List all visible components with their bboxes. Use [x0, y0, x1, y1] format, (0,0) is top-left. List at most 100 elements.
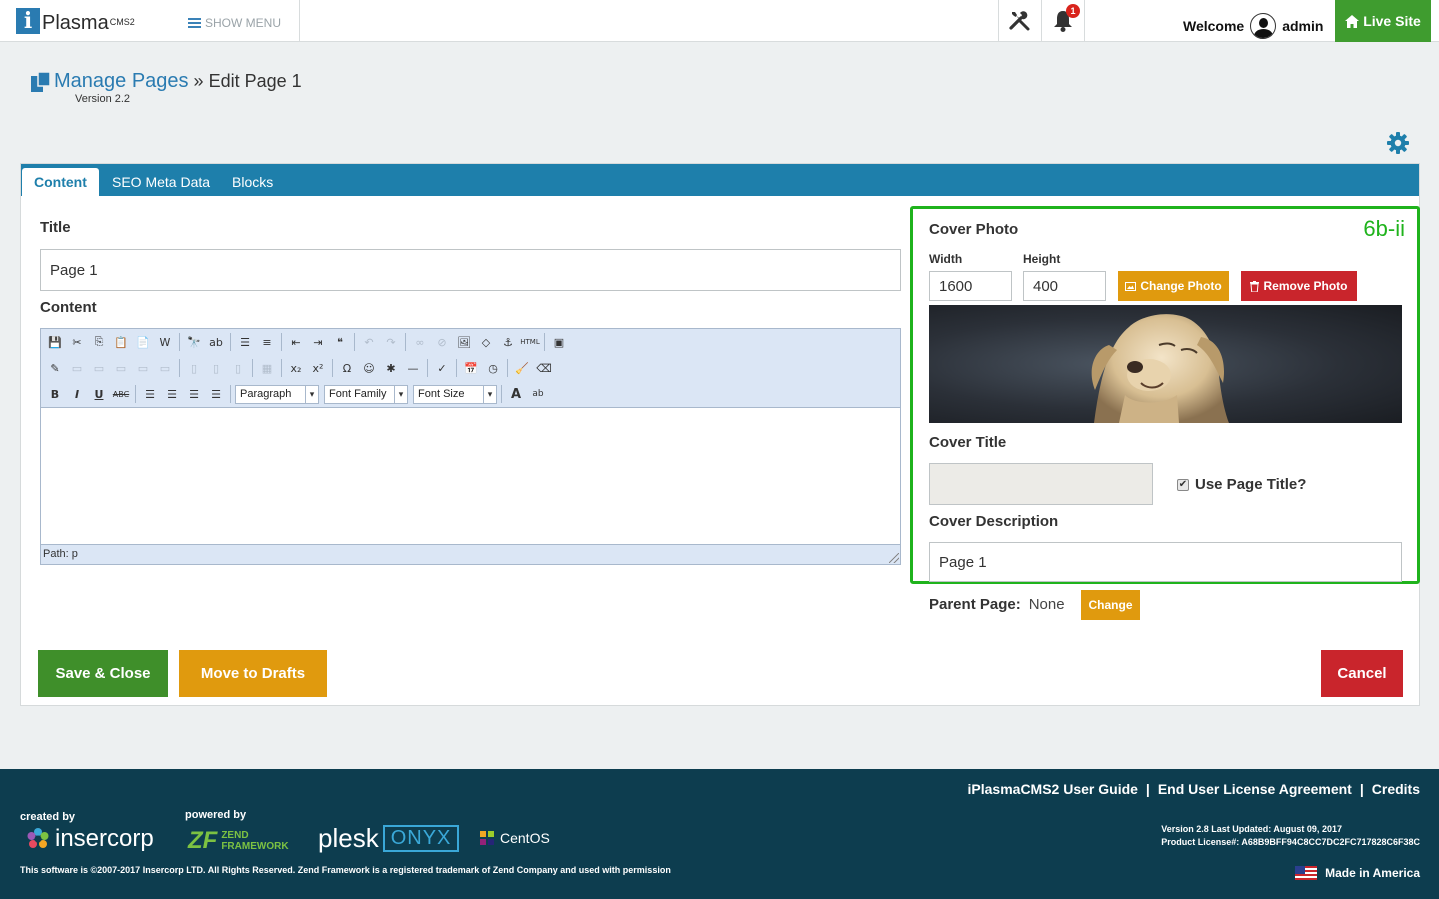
height-input[interactable]: 400 — [1023, 271, 1106, 301]
html-icon[interactable]: HTML — [520, 332, 540, 352]
table-icon[interactable]: ▦ — [257, 358, 277, 378]
table-merge-icon[interactable]: ▭ — [155, 358, 175, 378]
font-size-select[interactable]: Font Size — [413, 384, 497, 404]
asterisk-icon[interactable]: ✱ — [381, 358, 401, 378]
centos-logo[interactable]: CentOS — [478, 829, 550, 847]
move-to-drafts-button[interactable]: Move to Drafts — [179, 650, 327, 697]
link-icon[interactable]: ∞ — [410, 332, 430, 352]
emoticon-icon[interactable]: ☺ — [359, 358, 379, 378]
change-parent-button[interactable]: Change — [1081, 590, 1140, 620]
live-site-button[interactable]: Live Site — [1335, 0, 1431, 42]
use-page-title-option[interactable]: ✔ Use Page Title? — [1177, 476, 1306, 493]
gear-icon[interactable] — [1386, 131, 1410, 155]
special-char-icon[interactable]: Ω — [337, 358, 357, 378]
table-col-before-icon[interactable]: ▯ — [184, 358, 204, 378]
cover-description-input[interactable]: Page 1 — [929, 542, 1402, 582]
fullscreen-icon[interactable]: ▣ — [549, 332, 569, 352]
credits-link[interactable]: Credits — [1372, 781, 1420, 797]
notifications-button[interactable]: 1 — [1041, 0, 1084, 42]
version-label: Version 2.2 — [75, 93, 131, 105]
zend-logo[interactable]: ZF ZEND FRAMEWORK — [188, 827, 291, 855]
table-split-icon[interactable]: ▭ — [133, 358, 153, 378]
home-icon — [1345, 14, 1360, 28]
code-icon[interactable]: ◇ — [476, 332, 496, 352]
cleanup-icon[interactable]: 🧹 — [512, 358, 532, 378]
edit-icon[interactable]: ✎ — [45, 358, 65, 378]
indent-icon[interactable]: ⇥ — [308, 332, 328, 352]
tools-button[interactable] — [998, 0, 1041, 42]
text-color-icon[interactable]: A — [506, 384, 526, 404]
format-select[interactable]: Paragraph — [235, 384, 319, 404]
spellcheck-icon[interactable]: ✓ — [432, 358, 452, 378]
breadcrumb-separator: » — [193, 71, 204, 91]
tab-seo-meta-data[interactable]: SEO Meta Data — [100, 168, 222, 196]
align-justify-icon[interactable]: ☰ — [206, 384, 226, 404]
cover-title-input[interactable] — [929, 463, 1153, 505]
strikethrough-icon[interactable]: ABC — [111, 384, 131, 404]
underline-icon[interactable]: U — [89, 384, 109, 404]
align-center-icon[interactable]: ☰ — [162, 384, 182, 404]
table-col-after-icon[interactable]: ▯ — [206, 358, 226, 378]
copy-icon[interactable]: ⎘ — [89, 332, 109, 352]
table-delete-row-icon[interactable]: ▭ — [111, 358, 131, 378]
bold-icon[interactable]: B — [45, 384, 65, 404]
image-icon — [1125, 281, 1137, 291]
resize-handle[interactable] — [889, 553, 899, 563]
table-row-before-icon[interactable]: ▭ — [67, 358, 87, 378]
save-close-button[interactable]: Save & Close — [38, 650, 168, 697]
save-icon[interactable]: 💾 — [45, 332, 65, 352]
us-flag-icon — [1295, 866, 1318, 880]
plesk-logo[interactable]: plesk ONYX — [318, 823, 460, 854]
subscript-icon[interactable]: x₂ — [286, 358, 306, 378]
user-menu[interactable]: Welcome admin — [1183, 13, 1323, 39]
highlight-color-icon[interactable]: ab — [528, 384, 548, 404]
title-input[interactable]: Page 1 — [40, 249, 901, 291]
numbered-list-icon[interactable]: ≡ — [257, 332, 277, 352]
outdent-icon[interactable]: ⇤ — [286, 332, 306, 352]
superscript-icon[interactable]: x² — [308, 358, 328, 378]
align-left-icon[interactable]: ☰ — [140, 384, 160, 404]
horizontal-rule-icon[interactable]: — — [403, 358, 423, 378]
user-guide-link[interactable]: iPlasmaCMS2 User Guide — [968, 781, 1138, 797]
powered-by-label: powered by — [185, 809, 247, 821]
content-label: Content — [40, 299, 97, 316]
table-delete-col-icon[interactable]: ▯ — [228, 358, 248, 378]
find-icon[interactable]: 🔭 — [184, 332, 204, 352]
remove-photo-button[interactable]: Remove Photo — [1241, 271, 1357, 301]
eula-link[interactable]: End User License Agreement — [1158, 781, 1352, 797]
align-right-icon[interactable]: ☰ — [184, 384, 204, 404]
italic-icon[interactable]: I — [67, 384, 87, 404]
width-input[interactable]: 1600 — [929, 271, 1012, 301]
show-menu-button[interactable]: SHOW MENU — [188, 16, 281, 30]
cover-photo-heading: Cover Photo — [929, 221, 1019, 238]
use-page-title-checkbox[interactable]: ✔ — [1177, 478, 1189, 491]
parent-page-value: None — [1028, 596, 1065, 613]
unlink-icon[interactable]: ⊘ — [432, 332, 452, 352]
insert-date-icon[interactable]: 📅 — [461, 358, 481, 378]
table-row-after-icon[interactable]: ▭ — [89, 358, 109, 378]
cut-icon[interactable]: ✂ — [67, 332, 87, 352]
logo[interactable]: i Plasma CMS2 — [16, 8, 135, 34]
tab-blocks[interactable]: Blocks — [220, 168, 285, 196]
redo-icon[interactable]: ↷ — [381, 332, 401, 352]
anchor-icon[interactable]: ⚓ — [498, 332, 518, 352]
tab-content[interactable]: Content — [22, 168, 99, 196]
image-icon[interactable]: 🖼 — [454, 332, 474, 352]
editor-content-area[interactable] — [41, 408, 900, 544]
insercorp-logo[interactable]: insercorp — [26, 825, 154, 853]
insert-time-icon[interactable]: ◷ — [483, 358, 503, 378]
editor-toolbar: 💾 ✂ ⎘ 📋 📄 W 🔭 ab ☰ ≡ ⇤ ⇥ ❝ ↶ ↷ ∞ ⊘ 🖼 ◇ ⚓… — [41, 329, 900, 408]
paste-word-icon[interactable]: W — [155, 332, 175, 352]
eraser-icon[interactable]: ⌫ — [534, 358, 554, 378]
bullet-list-icon[interactable]: ☰ — [235, 332, 255, 352]
paste-text-icon[interactable]: 📄 — [133, 332, 153, 352]
undo-icon[interactable]: ↶ — [359, 332, 379, 352]
font-family-select[interactable]: Font Family — [324, 384, 408, 404]
breadcrumb-manage-pages[interactable]: Manage Pages — [54, 70, 189, 93]
blockquote-icon[interactable]: ❝ — [330, 332, 350, 352]
replace-icon[interactable]: ab — [206, 332, 226, 352]
paste-icon[interactable]: 📋 — [111, 332, 131, 352]
change-photo-button[interactable]: Change Photo — [1118, 271, 1229, 301]
cancel-button[interactable]: Cancel — [1321, 650, 1403, 697]
separator — [281, 359, 282, 377]
